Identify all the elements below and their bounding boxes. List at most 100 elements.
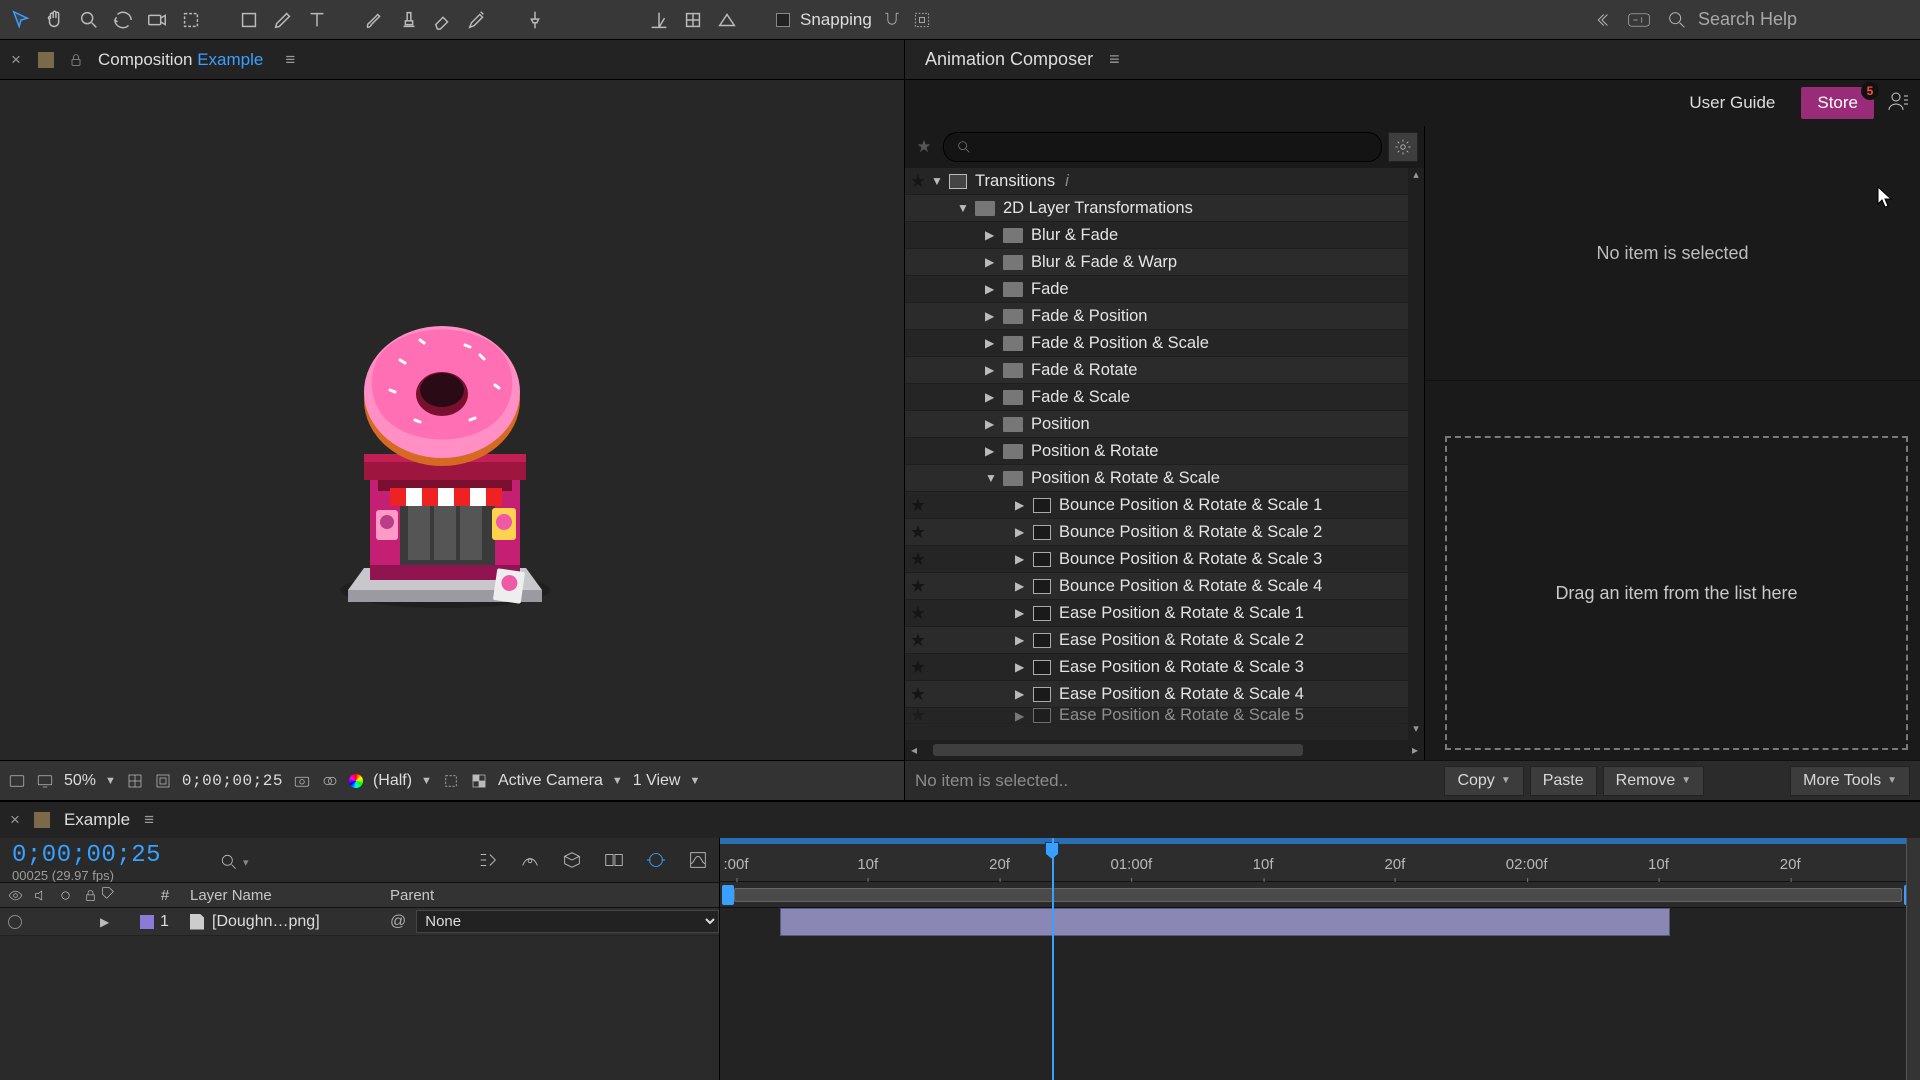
footer-timecode[interactable]: 0;00;00;25 [182, 772, 283, 790]
panel-menu-icon[interactable]: ≡ [144, 810, 154, 830]
parent-dropdown[interactable]: None [416, 910, 719, 933]
copy-button[interactable]: Copy▼ [1444, 766, 1523, 796]
camera-tool[interactable] [140, 3, 174, 37]
roi-tool[interactable] [174, 3, 208, 37]
pin-tool[interactable] [518, 3, 552, 37]
paste-button[interactable]: Paste [1530, 766, 1597, 796]
playhead-line[interactable] [1052, 838, 1054, 1080]
axis-world-icon[interactable] [676, 3, 710, 37]
tree-row-preset[interactable]: ★▶Ease Position & Rotate & Scale 3 [905, 654, 1424, 681]
tree-row-folder[interactable]: ★▶Position & Rotate [905, 438, 1424, 465]
roi-button[interactable] [442, 772, 460, 790]
graph-editor-icon[interactable] [687, 849, 709, 876]
timeline-right-panel[interactable]: :00f10f20f01:00f10f20f02:00f10f20f03:0 [720, 838, 1920, 1080]
grid-menu[interactable] [126, 772, 144, 790]
overflow-icon[interactable] [1590, 9, 1612, 31]
tree-row-folder[interactable]: ★▶Fade [905, 276, 1424, 303]
preview-toggle[interactable] [8, 772, 26, 790]
tree-row-folder[interactable]: ★▶Blur & Fade & Warp [905, 249, 1424, 276]
zoom-dropdown[interactable]: 50%▼ [64, 772, 116, 790]
col-layername[interactable]: Layer Name [190, 887, 390, 904]
frameblend-icon[interactable] [603, 849, 625, 876]
pickwhip-icon[interactable]: @ [390, 913, 406, 931]
channels-button[interactable] [321, 772, 339, 790]
lock-icon[interactable] [68, 52, 84, 68]
timeline-end-cap[interactable] [1906, 838, 1920, 1080]
eye-header-icon[interactable] [8, 888, 23, 903]
close-tab-icon[interactable]: × [10, 810, 20, 830]
timeline-tab-name[interactable]: Example [64, 810, 130, 830]
snapping-boundary-icon[interactable] [912, 10, 932, 30]
time-ruler[interactable]: :00f10f20f01:00f10f20f02:00f10f20f03:0 [720, 838, 1920, 882]
snapping-magnet-icon[interactable] [882, 10, 902, 30]
horizontal-scrollbar[interactable]: ◂▸ [905, 740, 1424, 760]
sync-icon[interactable] [1628, 9, 1650, 31]
motionblur-icon[interactable] [645, 849, 667, 876]
brush-tool[interactable] [358, 3, 392, 37]
pen-tool[interactable] [266, 3, 300, 37]
tree-row-preset[interactable]: ★▶Ease Position & Rotate & Scale 1 [905, 600, 1424, 627]
hand-tool[interactable] [38, 3, 72, 37]
vertical-scrollbar[interactable]: ▴▾ [1408, 168, 1424, 740]
preset-tree[interactable]: ★ ▼ Transitions i ★ ▼ 2D Layer Transform… [905, 168, 1424, 760]
snapshot-button[interactable] [293, 772, 311, 790]
tree-row-folder[interactable]: ★▶Blur & Fade [905, 222, 1424, 249]
tree-row-preset[interactable]: ★▶Ease Position & Rotate & Scale 5 [905, 708, 1424, 724]
selection-tool[interactable] [4, 3, 38, 37]
shy-toggle-icon[interactable] [519, 849, 541, 876]
drop-zone[interactable]: Drag an item from the list here [1445, 436, 1908, 750]
zoom-tool[interactable] [72, 3, 106, 37]
preset-settings-icon[interactable] [1388, 132, 1418, 162]
speaker-header-icon[interactable] [33, 888, 48, 903]
col-index[interactable]: # [140, 887, 190, 904]
more-tools-button[interactable]: More Tools▼ [1790, 766, 1910, 796]
rotobrush-tool[interactable] [460, 3, 494, 37]
visibility-toggle[interactable] [8, 915, 22, 929]
label-header-icon[interactable] [100, 885, 116, 901]
snapping-checkbox[interactable] [776, 13, 790, 27]
color-mgmt[interactable] [349, 774, 363, 788]
work-area-bar[interactable] [720, 882, 1920, 908]
account-icon[interactable] [1886, 89, 1910, 118]
axis-local-icon[interactable] [642, 3, 676, 37]
tree-row-category[interactable]: ★ ▼ 2D Layer Transformations [905, 195, 1424, 222]
preset-search-input[interactable] [943, 132, 1382, 162]
store-button[interactable]: Store 5 [1801, 87, 1874, 119]
workarea-start-handle[interactable] [722, 885, 734, 905]
twirl-icon[interactable]: ▶ [100, 915, 109, 929]
transparency-grid[interactable] [470, 772, 488, 790]
help-search-input[interactable] [1698, 9, 1898, 30]
mask-toggle[interactable] [154, 772, 172, 790]
comp-mini-flow-icon[interactable] [477, 849, 499, 876]
text-tool[interactable] [300, 3, 334, 37]
panel-menu-icon[interactable]: ≡ [285, 50, 295, 70]
col-parent[interactable]: Parent [390, 887, 719, 904]
tree-row-folder[interactable]: ★▶Position [905, 411, 1424, 438]
layer-bar[interactable] [780, 908, 1670, 936]
display-toggle[interactable] [36, 772, 54, 790]
camera-dropdown[interactable]: Active Camera▼ [498, 772, 623, 790]
layer-search[interactable]: ▾ [219, 852, 249, 872]
remove-button[interactable]: Remove▼ [1603, 766, 1704, 796]
tree-row-preset[interactable]: ★▶Bounce Position & Rotate & Scale 1 [905, 492, 1424, 519]
views-dropdown[interactable]: 1 View▼ [633, 772, 701, 790]
timeline-layer-row[interactable]: ▶ 1 [Doughn…png] @ None [0, 908, 719, 936]
current-timecode[interactable]: 0;00;00;25 [12, 842, 161, 869]
user-guide-link[interactable]: User Guide [1675, 87, 1789, 119]
tree-row-preset[interactable]: ★▶Bounce Position & Rotate & Scale 4 [905, 573, 1424, 600]
tree-row-folder-open[interactable]: ★▼Position & Rotate & Scale [905, 465, 1424, 492]
favorites-filter-icon[interactable]: ★ [911, 137, 937, 157]
solo-header-icon[interactable] [58, 888, 73, 903]
tree-row-preset[interactable]: ★▶Bounce Position & Rotate & Scale 3 [905, 546, 1424, 573]
resolution-dropdown[interactable]: (Half)▼ [373, 772, 432, 790]
composition-viewer[interactable] [0, 80, 904, 760]
tree-row-folder[interactable]: ★▶Fade & Rotate [905, 357, 1424, 384]
tree-row-root[interactable]: ★ ▼ Transitions i [905, 168, 1424, 195]
layer-name[interactable]: [Doughn…png] [212, 913, 320, 931]
composition-tab-title[interactable]: Composition Example [98, 50, 263, 70]
tree-row-preset[interactable]: ★▶Ease Position & Rotate & Scale 4 [905, 681, 1424, 708]
tree-row-preset[interactable]: ★▶Bounce Position & Rotate & Scale 2 [905, 519, 1424, 546]
axis-view-icon[interactable] [710, 3, 744, 37]
shape-tool[interactable] [232, 3, 266, 37]
tree-row-folder[interactable]: ★▶Fade & Position & Scale [905, 330, 1424, 357]
